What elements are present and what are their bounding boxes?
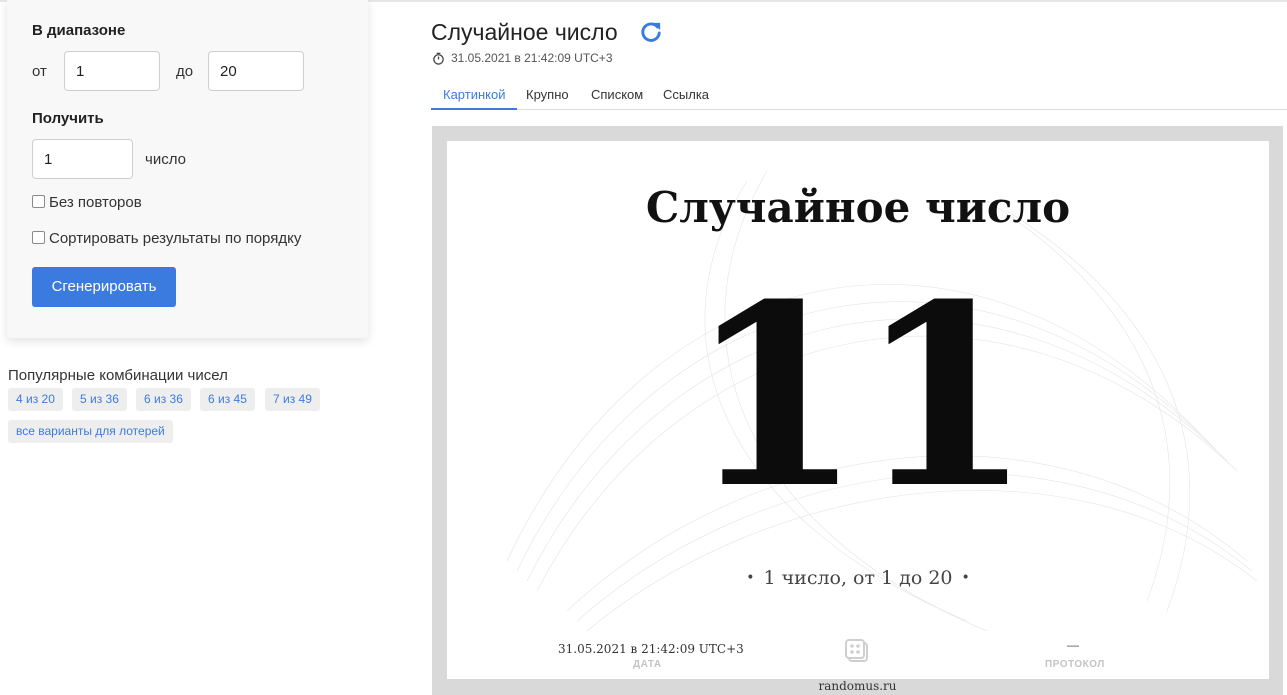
combo-chip-6-45[interactable]: 6 из 45 [200,388,255,411]
date-label: ДАТА [633,659,662,670]
combos-title: Популярные комбинации чисел [8,367,228,384]
sort-checkbox[interactable] [32,230,45,244]
count-input[interactable] [32,139,133,179]
picture-card: Случайное число 11 • 1 число, от 1 до 20 •… [447,141,1269,679]
bullet-right: • [961,570,970,586]
site-caption: randomus.ru [818,679,897,693]
sort-option[interactable]: Сортировать результаты по порядку [32,230,301,247]
result-picture: Случайное число 11 • 1 число, от 1 до 20 •… [432,126,1283,695]
no-repeats-label: Без повторов [49,194,142,211]
no-repeats-checkbox[interactable] [32,194,45,208]
protocol-value: — [1067,638,1079,652]
refresh-icon[interactable] [640,21,662,43]
tab-link[interactable]: Ссылка [651,82,721,110]
dice-icon [845,639,868,662]
range-title: В диапазоне [32,22,126,39]
sort-label: Сортировать результаты по порядку [49,230,302,247]
from-label: от [32,63,47,80]
to-input[interactable] [208,51,304,91]
footer-date: 31.05.2021 в 21:42:09 UTC+3 [558,642,744,656]
count-label: число [145,151,186,168]
view-tabs: Картинкой Крупно Списком Ссылка [431,82,1287,110]
timestamp-row: 31.05.2021 в 21:42:09 UTC+3 [432,51,613,65]
bullet-left: • [746,570,755,586]
settings-panel: В диапазоне от до Получить число Без пов… [7,0,368,338]
from-input[interactable] [64,51,160,91]
result-title: Случайное число [431,19,618,45]
tab-list[interactable]: Списком [579,82,655,110]
combo-chip-4-20[interactable]: 4 из 20 [8,388,63,411]
random-number: 11 [688,249,1032,543]
combo-chip-7-49[interactable]: 7 из 49 [265,388,320,411]
timer-icon [433,52,444,65]
range-caption: • 1 число, от 1 до 20 • [447,567,1269,589]
result-timestamp: 31.05.2021 в 21:42:09 UTC+3 [451,51,613,65]
combo-chip-6-36[interactable]: 6 из 36 [136,388,191,411]
generate-button[interactable]: Сгенерировать [32,267,176,307]
tab-large[interactable]: Крупно [514,82,581,110]
range-caption-text: 1 число, от 1 до 20 [763,567,953,589]
get-title: Получить [32,110,104,127]
all-lottery-variants-link[interactable]: все варианты для лотерей [8,420,173,443]
to-label: до [176,63,194,80]
tab-picture[interactable]: Картинкой [431,82,518,110]
combo-chip-5-36[interactable]: 5 из 36 [72,388,127,411]
protocol-label: ПРОТОКОЛ [1045,659,1105,670]
picture-heading: Случайное число [645,183,1071,232]
no-repeats-option[interactable]: Без повторов [32,194,142,211]
